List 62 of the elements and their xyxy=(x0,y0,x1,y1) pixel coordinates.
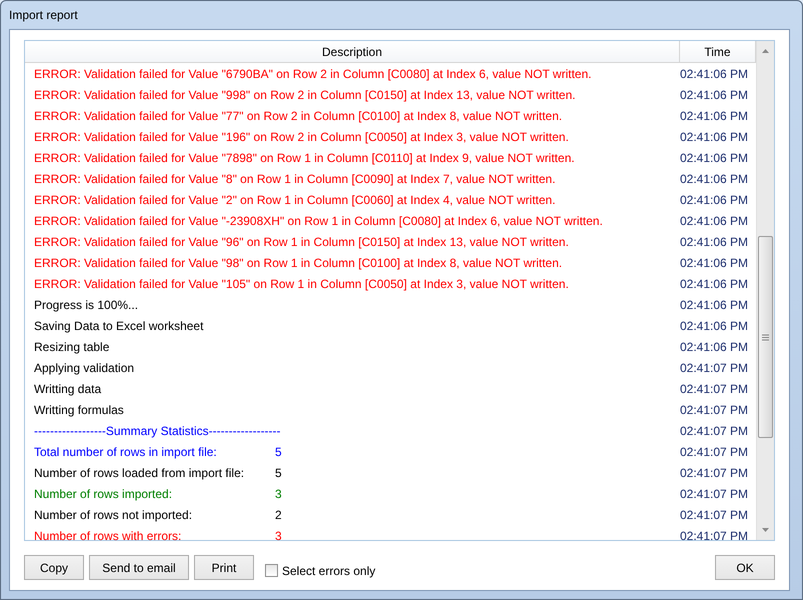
action-button[interactable]: Send to email xyxy=(89,555,189,580)
log-message: Resizing table xyxy=(34,340,110,354)
log-time: 02:41:06 PM xyxy=(679,214,750,228)
log-message: ERROR: Validation failed for Value "2" on Row 1 in Column [C0060] at Index 4, value NOT written. xyxy=(34,192,556,206)
action-button[interactable]: Copy xyxy=(24,555,84,580)
stat-value: 3 xyxy=(275,528,282,540)
log-time: 02:41:06 PM xyxy=(679,276,750,290)
log-message: ERROR: Validation failed for Value "6790BA" on Row 2 in Column [C0080] at Index 6, value NOT written. xyxy=(34,66,592,80)
stat-value: 5 xyxy=(275,444,282,458)
log-time: 02:41:06 PM xyxy=(679,234,750,248)
stat-value: 3 xyxy=(275,486,282,500)
log-time: 02:41:07 PM xyxy=(679,382,750,396)
log-message: Saving Data to Excel worksheet xyxy=(34,318,204,332)
errors-only-checkbox[interactable]: Select errors only xyxy=(265,564,376,578)
log-time: 02:41:07 PM xyxy=(679,360,750,374)
log-time: 02:41:07 PM xyxy=(679,528,750,540)
scroll-up-icon[interactable] xyxy=(762,49,769,53)
log-time: 02:41:07 PM xyxy=(679,402,750,416)
log-message: Number of rows imported: xyxy=(34,486,172,500)
log-message: Applying validation xyxy=(34,360,134,374)
log-message: ERROR: Validation failed for Value "-23908XH" on Row 1 in Column [C0080] at Index 6, value NOT written. xyxy=(34,214,603,228)
stat-value: 2 xyxy=(275,508,282,522)
action-button[interactable]: Print xyxy=(194,555,254,580)
log-time: 02:41:06 PM xyxy=(679,318,750,332)
log-message: ERROR: Validation failed for Value "8" on Row 1 in Column [C0090] at Index 7, value NOT written. xyxy=(34,172,556,186)
log-message: ------------------Summary Statistics------------------ xyxy=(34,424,281,438)
log-time: 02:41:06 PM xyxy=(679,340,750,354)
log-time: 02:41:06 PM xyxy=(679,172,750,186)
stat-value: 5 xyxy=(275,466,282,480)
log-time: 02:41:07 PM xyxy=(679,444,750,458)
log-message: Progress is 100%... xyxy=(34,298,138,312)
log-message: Writting data xyxy=(34,382,102,396)
log-message: Number of rows with errors: xyxy=(34,528,182,540)
log-time: 02:41:06 PM xyxy=(679,256,750,270)
log-message: ERROR: Validation failed for Value "7898" on Row 1 in Column [C0110] at Index 9, value NOT written. xyxy=(34,150,575,164)
scroll-thumb[interactable] xyxy=(758,236,773,438)
log-message: Writting formulas xyxy=(34,402,124,416)
log-time: 02:41:07 PM xyxy=(679,424,750,438)
log-message: Total number of rows in import file: xyxy=(34,444,217,458)
log-message: ERROR: Validation failed for Value "105" on Row 1 in Column [C0050] at Index 3, value NOT written. xyxy=(34,276,569,290)
log-time: 02:41:06 PM xyxy=(679,298,750,312)
log-time: 02:41:06 PM xyxy=(679,66,750,80)
log-message: Number of rows loaded from import file: xyxy=(34,466,244,480)
scrollbar[interactable] xyxy=(756,41,774,540)
log-time: 02:41:07 PM xyxy=(679,508,750,522)
log-message: Number of rows not imported: xyxy=(34,508,192,522)
log-message: ERROR: Validation failed for Value "96" on Row 1 in Column [C0150] at Index 13, value NOT written. xyxy=(34,234,569,248)
log-time: 02:41:07 PM xyxy=(679,466,750,480)
log-message: ERROR: Validation failed for Value "98" on Row 1 in Column [C0100] at Index 8, value NOT written. xyxy=(34,256,562,270)
ok-button[interactable]: OK xyxy=(715,555,775,580)
log-time: 02:41:06 PM xyxy=(679,150,750,164)
log-message: ERROR: Validation failed for Value "998" on Row 2 in Column [C0150] at Index 13, value NOT written. xyxy=(34,88,576,102)
log-time: 02:41:06 PM xyxy=(679,108,750,122)
log-time: 02:41:06 PM xyxy=(679,130,750,144)
column-header[interactable]: Description xyxy=(25,41,680,62)
window-title: Import report xyxy=(8,7,79,24)
log-time: 02:41:06 PM xyxy=(679,192,750,206)
log-message: ERROR: Validation failed for Value "77" on Row 2 in Column [C0100] at Index 8, value NOT written. xyxy=(34,108,562,122)
log-time: 02:41:06 PM xyxy=(679,88,750,102)
log-message: ERROR: Validation failed for Value "196" on Row 2 in Column [C0050] at Index 3, value NOT written. xyxy=(34,130,569,144)
scroll-down-icon[interactable] xyxy=(762,528,769,532)
log-time: 02:41:07 PM xyxy=(679,486,750,500)
